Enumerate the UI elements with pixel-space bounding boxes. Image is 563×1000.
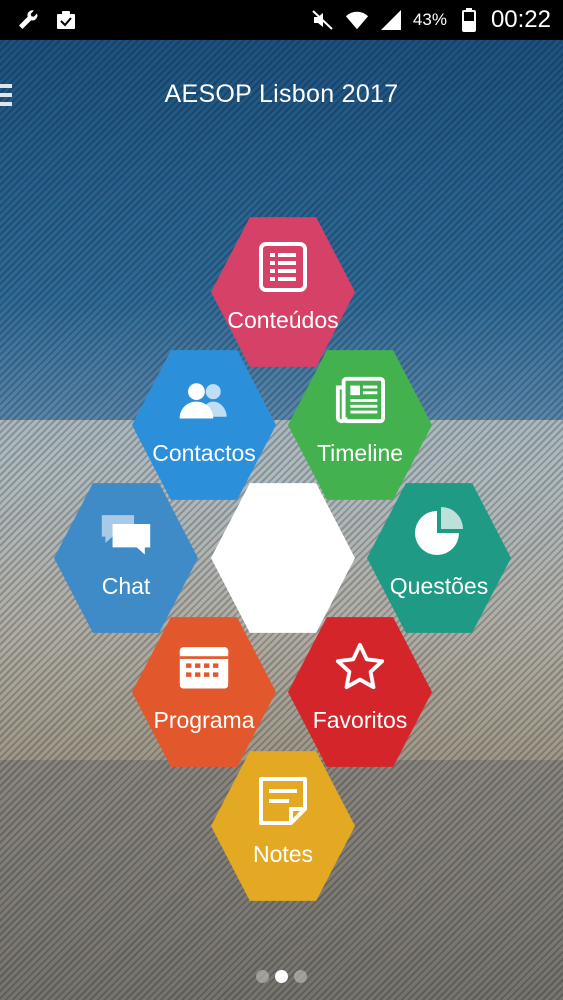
chat-bubbles-icon bbox=[100, 507, 152, 559]
page-dot-active[interactable] bbox=[275, 970, 288, 983]
list-document-icon bbox=[257, 241, 309, 293]
tile-label: Favoritos bbox=[312, 706, 408, 733]
mute-icon bbox=[311, 8, 335, 32]
page-dot[interactable] bbox=[294, 970, 307, 983]
tile-label: Conteúdos bbox=[227, 306, 339, 333]
clipboard-check-icon bbox=[54, 8, 78, 32]
signal-icon bbox=[379, 8, 403, 32]
calendar-icon bbox=[178, 641, 230, 693]
wrench-icon bbox=[16, 8, 40, 32]
tile-label: Programa bbox=[153, 706, 255, 733]
tile-label: Timeline bbox=[316, 439, 404, 466]
clock: 00:22 bbox=[490, 6, 551, 33]
newspaper-icon bbox=[334, 374, 386, 426]
wifi-icon bbox=[345, 8, 369, 32]
tile-label: Contactos bbox=[152, 439, 256, 466]
tile-label: Notes bbox=[252, 840, 314, 867]
battery-icon bbox=[457, 8, 481, 32]
page-indicator bbox=[0, 970, 563, 983]
pie-chart-icon bbox=[413, 506, 465, 559]
tile-label: Chat bbox=[101, 572, 151, 599]
note-icon bbox=[257, 775, 309, 827]
star-icon bbox=[334, 641, 386, 693]
page-title: AESOP Lisbon 2017 bbox=[164, 80, 399, 108]
tile-label: Questões bbox=[389, 572, 489, 599]
battery-percentage: 43% bbox=[412, 10, 447, 29]
page-dot[interactable] bbox=[256, 970, 269, 983]
people-icon bbox=[178, 374, 230, 426]
status-bar: 43% 00:22 bbox=[0, 0, 563, 40]
